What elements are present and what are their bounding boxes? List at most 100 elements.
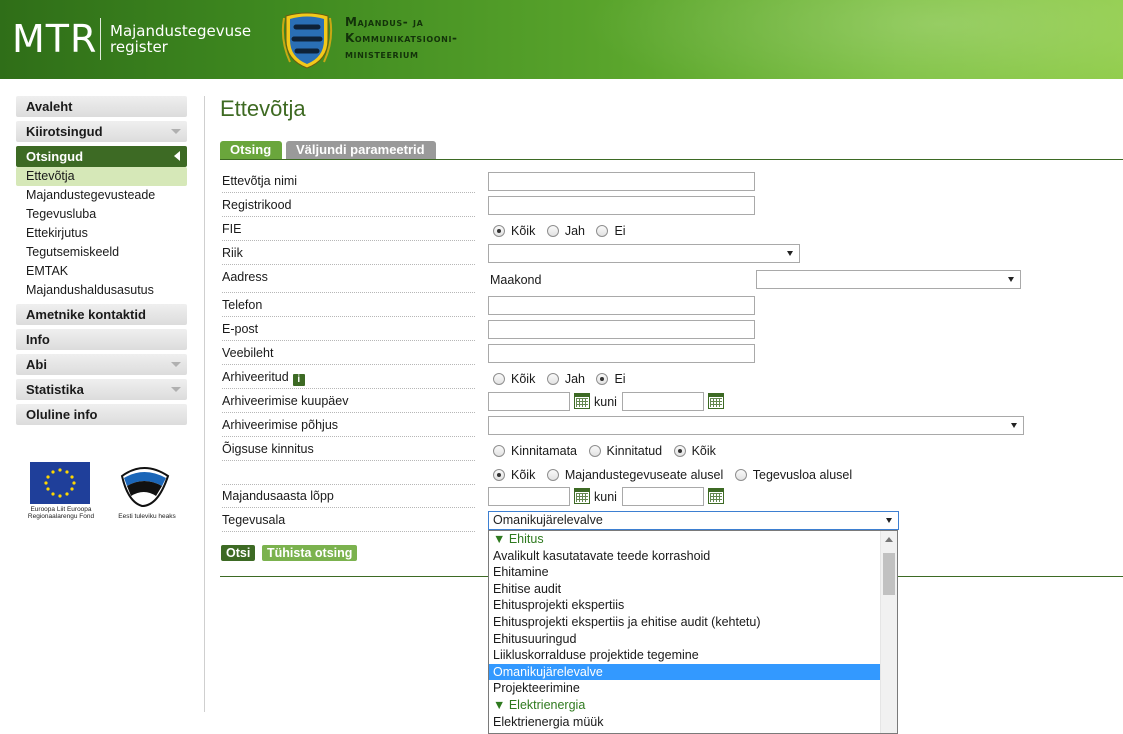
sidebar-item-avaleht[interactable]: Avaleht [16,96,187,117]
majandusaasta-lopp-from-input[interactable] [488,487,570,506]
label-majandusaasta-lopp: Majandusaasta lõpp [222,488,475,508]
arhiveeritud-ei-label: Ei [614,372,626,386]
arhiveeritud-radio-group: Kõik Jah Ei [493,371,634,387]
arhiveerimise-pohjus-select[interactable] [488,416,1024,435]
fie-koik-radio[interactable] [493,225,505,237]
oigsus-kinnitatud-radio[interactable] [588,445,601,457]
epost-input[interactable] [488,320,755,339]
search-button[interactable]: Otsi [221,545,256,561]
label-registrikood: Registrikood [222,197,475,217]
label-veebileht: Veebileht [222,345,475,365]
tab-valjundi-parameetrid[interactable]: Väljundi parameetrid [286,141,436,159]
veebileht-input[interactable] [488,344,755,363]
sidebar-subitem-tegevusluba[interactable]: Tegevusluba [16,205,187,224]
sidebar-item-oluline-info[interactable]: Oluline info [16,404,187,425]
info-icon[interactable]: i [292,374,305,386]
oigsus-kinnitamata-radio[interactable] [493,445,505,457]
chevron-down-icon [171,129,181,134]
dropdown-option[interactable]: Projekteerimine [489,680,897,697]
tegevusala-dropdown-list[interactable]: ▼ Ehitus Avalikult kasutatavate teede ko… [488,530,898,734]
sidebar-item-label: Kiirotsingud [26,124,103,139]
calendar-icon[interactable] [708,393,724,409]
arhiveeritud-koik-label: Kõik [511,372,536,386]
dropdown-option[interactable]: Ehitusprojekti ekspertiis [489,597,897,614]
logo-separator [100,18,101,60]
alus-radio-group: Kõik Majandustegevuseate alusel Tegevusl… [493,467,860,483]
arhiveeritud-jah-radio[interactable] [546,373,559,385]
calendar-icon[interactable] [574,488,590,504]
alus-koik-radio[interactable] [493,469,505,481]
logo-subtitle-line2: register [110,38,168,56]
calendar-icon[interactable] [708,488,724,504]
ministry-line3: ministeerium [345,47,419,61]
fie-ei-radio[interactable] [596,225,609,237]
sidebar-submenu: Ettevõtja Majandustegevusteade Tegevuslu… [16,167,187,300]
sidebar-subitem-ettevotja[interactable]: Ettevõtja [16,167,187,186]
logo-subtitle[interactable]: Majandustegevuse register [110,23,251,55]
riik-select[interactable] [488,244,800,263]
sidebar-item-abi[interactable]: Abi [16,354,187,375]
arhiveeritud-koik-radio[interactable] [493,373,505,385]
sidebar-item-otsingud[interactable]: Otsingud [16,146,187,167]
eu-fund-text: Euroopa Liit Euroopa Regionaalarengu Fon… [27,506,95,520]
mtr-logo[interactable]: MTR [12,17,97,61]
alus-tegevusluba-label: Tegevusloa alusel [752,468,853,482]
fie-koik-label: Kõik [511,224,536,238]
oigsus-radio-group: Kinnitamata Kinnitatud Kõik [493,443,724,459]
telefon-input[interactable] [488,296,755,315]
oigsus-kinnitamata-label: Kinnitamata [511,444,578,458]
sidebar-item-label: Oluline info [26,407,98,422]
ministry-name: Majandus- ja Kommunikatsiooni- ministeer… [345,14,458,62]
sidebar-item-ametnike-kontaktid[interactable]: Ametnike kontaktid [16,304,187,325]
dropdown-option[interactable]: Ehitise audit [489,581,897,598]
scrollbar-thumb[interactable] [883,553,895,595]
sidebar-subitem-majandustegevusteade[interactable]: Majandustegevusteade [16,186,187,205]
fie-jah-label: Jah [564,224,585,238]
sidebar-item-info[interactable]: Info [16,329,187,350]
sidebar-item-label: Info [26,332,50,347]
label-telefon: Telefon [222,297,475,317]
calendar-icon[interactable] [574,393,590,409]
alus-majandustegevusteade-radio[interactable] [546,469,559,481]
tab-otsing[interactable]: Otsing [220,141,282,159]
fie-radio-group: Kõik Jah Ei [493,223,634,239]
clear-search-button[interactable]: Tühista otsing [262,545,358,561]
dropdown-option-selected[interactable]: Omanikujärelevalve [489,663,881,681]
scroll-up-arrow-icon[interactable] [885,537,893,542]
sidebar-item-statistika[interactable]: Statistika [16,379,187,400]
eu-flag-icon [30,462,90,504]
dropdown-option[interactable]: Ehitamine [489,564,897,581]
sidebar-subitem-majandushaldusasutus[interactable]: Majandushaldusasutus [16,281,187,300]
dropdown-option[interactable]: Elektrienergia müük [489,714,897,731]
dropdown-option[interactable]: Ehitusuuringud [489,631,897,648]
alus-majandustegevusteade-label: Majandustegevuseate alusel [564,468,724,482]
arhiveerimise-kuupaev-from-input[interactable] [488,392,570,411]
tegevusala-select[interactable]: Omanikujärelevalve [488,511,899,530]
tab-underline [220,159,1123,160]
dropdown-scrollbar[interactable] [880,531,897,733]
registrikood-input[interactable] [488,196,755,215]
maakond-select[interactable] [756,270,1021,289]
oigsus-koik-radio[interactable] [673,445,686,457]
arhiveerimise-kuupaev-to-input[interactable] [622,392,704,411]
ettevotja-nimi-input[interactable] [488,172,755,191]
chevron-down-icon [171,387,181,392]
label-aadress: Aadress [222,269,475,293]
alus-tegevusluba-radio[interactable] [734,469,747,481]
fie-jah-radio[interactable] [546,225,559,237]
sidebar-item-kiirotsingud[interactable]: Kiirotsingud [16,121,187,142]
label-kuni: kuni [594,395,617,409]
majandusaasta-lopp-to-input[interactable] [622,487,704,506]
fie-ei-label: Ei [614,224,626,238]
content-divider [204,96,205,712]
sidebar-subitem-ettekirjutus[interactable]: Ettekirjutus [16,224,187,243]
dropdown-option[interactable]: Liikluskorralduse projektide tegemine [489,647,897,664]
dropdown-option[interactable]: Ehitusprojekti ekspertiis ja ehitise aud… [489,614,897,631]
sidebar-subitem-emtak[interactable]: EMTAK [16,262,187,281]
label-tegevusala: Tegevusala [222,512,475,532]
label-arhiveerimise-kuupaev: Arhiveerimise kuupäev [222,393,475,413]
sidebar-subitem-tegutsemiskeeld[interactable]: Tegutsemiskeeld [16,243,187,262]
ministry-line2: Kommunikatsiooni- [345,31,458,45]
arhiveeritud-ei-radio[interactable] [596,373,609,385]
dropdown-option[interactable]: Avalikult kasutatavate teede korrashoid [489,548,897,565]
